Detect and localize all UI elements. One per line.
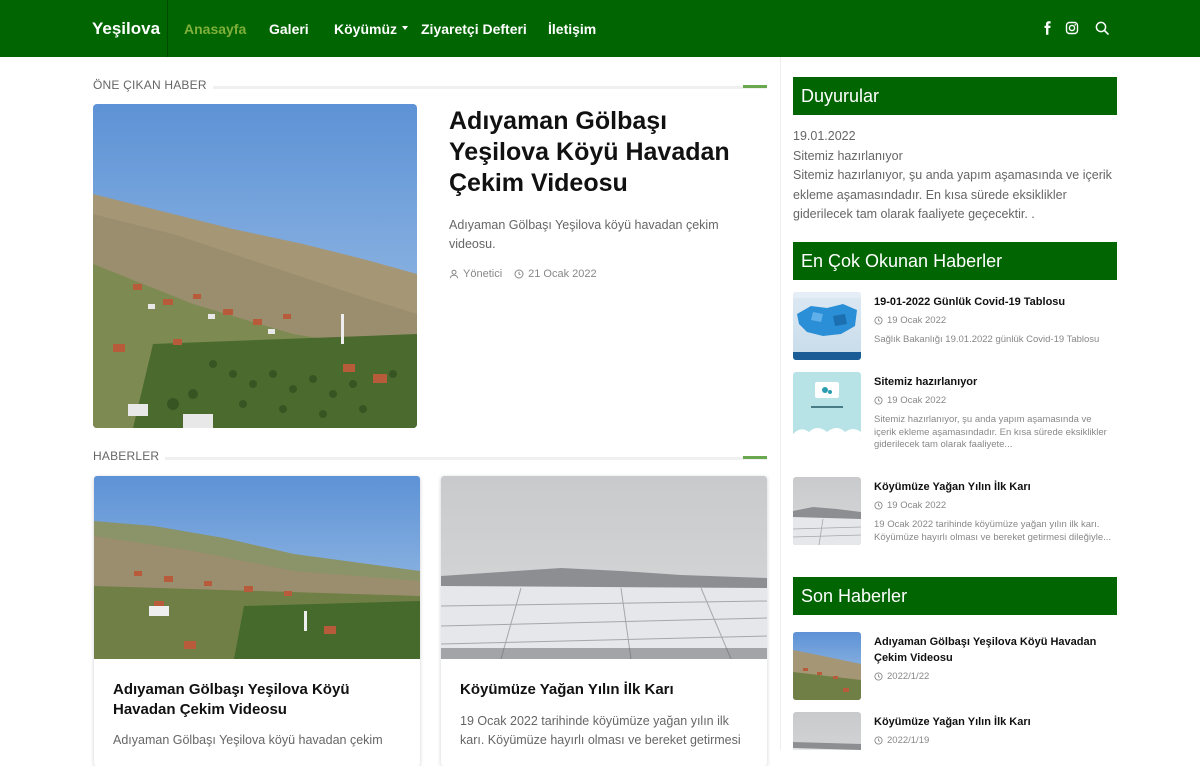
clock-icon: [874, 501, 883, 510]
most-read-item[interactable]: Sitemiz hazırlanıyor 19 Ocak 2022 Sitemi…: [793, 372, 1117, 450]
latest-news-date-text: 2022/1/19: [887, 735, 930, 746]
most-read-item[interactable]: Köyümüze Yağan Yılın İlk Karı 19 Ocak 20…: [793, 477, 1117, 545]
most-read-date: 19 Ocak 2022: [874, 395, 946, 406]
user-icon: [449, 269, 459, 279]
news-section-header: HABERLER: [93, 449, 767, 467]
most-read-title[interactable]: Köyümüze Yağan Yılın İlk Karı: [874, 479, 1114, 495]
nav-item-anasayfa[interactable]: Anasayfa: [184, 21, 246, 37]
most-read-date: 19 Ocak 2022: [874, 315, 946, 326]
nav-item-koyumuz-label: Köyümüz: [334, 21, 397, 37]
facebook-icon[interactable]: [1040, 20, 1056, 36]
clock-icon: [874, 316, 883, 325]
clock-icon: [874, 672, 883, 681]
featured-image[interactable]: [93, 104, 417, 428]
latest-news-item[interactable]: Adıyaman Gölbaşı Yeşilova Köyü Havadan Ç…: [793, 632, 1117, 700]
section-accent: [743, 456, 767, 459]
under-construction-image: [793, 372, 861, 440]
covid-map-image: [793, 292, 861, 360]
snow-landscape-image: [441, 476, 767, 660]
latest-news-date-text: 2022/1/22: [887, 671, 930, 682]
card-image[interactable]: [94, 476, 420, 659]
nav-item-galeri[interactable]: Galeri: [269, 21, 309, 37]
site-brand[interactable]: Yeşilova: [92, 19, 160, 39]
news-card[interactable]: Köyümüze Yağan Yılın İlk Karı 19 Ocak 20…: [441, 476, 767, 766]
snow-landscape-image: [793, 477, 861, 545]
news-card[interactable]: Adıyaman Gölbaşı Yeşilova Köyü Havadan Ç…: [94, 476, 420, 766]
aerial-village-thumbnail[interactable]: [793, 632, 861, 700]
instagram-icon[interactable]: [1064, 20, 1080, 36]
card-image[interactable]: [441, 476, 767, 660]
aerial-village-image: [93, 104, 417, 428]
featured-description: Adıyaman Gölbaşı Yeşilova köyü havadan ç…: [449, 218, 719, 251]
section-line: [93, 457, 767, 460]
search-icon[interactable]: [1094, 20, 1110, 36]
featured-author[interactable]: Yönetici: [463, 268, 502, 280]
latest-news-title[interactable]: Köyümüze Yağan Yılın İlk Karı: [874, 714, 1114, 730]
latest-news-title[interactable]: Adıyaman Gölbaşı Yeşilova Köyü Havadan Ç…: [874, 634, 1114, 666]
latest-news-date: 2022/1/22: [874, 671, 929, 682]
announcement-body: Sitemiz hazırlanıyor, şu anda yapım aşam…: [793, 168, 1112, 221]
aerial-village-image: [793, 632, 861, 700]
announcement-date: 19.01.2022: [793, 129, 856, 143]
most-read-date-text: 19 Ocak 2022: [887, 395, 947, 406]
most-read-widget-title: En Çok Okunan Haberler: [793, 242, 1117, 280]
clock-icon: [514, 269, 524, 279]
aerial-village-image: [94, 476, 420, 659]
covid-map-thumbnail[interactable]: [793, 292, 861, 360]
latest-news-date: 2022/1/19: [874, 735, 929, 746]
featured-section-header: ÖNE ÇIKAN HABER: [93, 78, 767, 96]
most-read-description: Sitemiz hazırlanıyor, şu anda yapım aşam…: [874, 414, 1107, 450]
announcements-widget-title: Duyurular: [793, 77, 1117, 115]
featured-section-title: ÖNE ÇIKAN HABER: [93, 78, 213, 92]
most-read-item[interactable]: 19-01-2022 Günlük Covid-19 Tablosu 19 Oc…: [793, 292, 1117, 360]
most-read-date-text: 19 Ocak 2022: [887, 500, 947, 511]
snow-thumbnail[interactable]: [793, 477, 861, 545]
most-read-title[interactable]: 19-01-2022 Günlük Covid-19 Tablosu: [874, 294, 1114, 310]
clock-icon: [874, 736, 883, 745]
card-title[interactable]: Adıyaman Gölbaşı Yeşilova Köyü Havadan Ç…: [113, 680, 403, 720]
most-read-description: Sağlık Bakanlığı 19.01.2022 günlük Covid…: [874, 334, 1100, 345]
chevron-down-icon: [402, 26, 408, 31]
nav-item-koyumuz[interactable]: Köyümüz: [334, 21, 408, 37]
card-title[interactable]: Köyümüze Yağan Yılın İlk Karı: [460, 680, 750, 700]
featured-title[interactable]: Adıyaman Gölbaşı Yeşilova Köyü Havadan Ç…: [449, 106, 759, 199]
announcement-headline[interactable]: Sitemiz hazırlanıyor: [793, 147, 1113, 167]
news-section-title: HABERLER: [93, 449, 166, 463]
featured-meta: Yönetici 21 Ocak 2022: [449, 268, 597, 280]
top-navbar: Yeşilova Anasayfa Galeri Köyümüz Ziyaret…: [0, 0, 1200, 57]
announcement-text: 19.01.2022 Sitemiz hazırlanıyor Sitemiz …: [793, 127, 1113, 225]
under-construction-thumbnail[interactable]: [793, 372, 861, 440]
most-read-date-text: 19 Ocak 2022: [887, 315, 947, 326]
section-accent: [743, 85, 767, 88]
nav-item-iletisim[interactable]: İletişim: [548, 21, 596, 37]
most-read-description: 19 Ocak 2022 tarihinde köyümüze yağan yı…: [874, 519, 1112, 543]
sidebar-divider: [780, 57, 781, 750]
card-description: Adıyaman Gölbaşı Yeşilova köyü havadan ç…: [113, 733, 383, 747]
latest-news-widget-title: Son Haberler: [793, 577, 1117, 615]
latest-news-item[interactable]: Köyümüze Yağan Yılın İlk Karı 2022/1/19: [793, 712, 1117, 750]
card-description: 19 Ocak 2022 tarihinde köyümüze yağan yı…: [460, 714, 741, 747]
most-read-title[interactable]: Sitemiz hazırlanıyor: [874, 374, 1114, 390]
clock-icon: [874, 396, 883, 405]
snow-landscape-image: [793, 712, 861, 750]
most-read-date: 19 Ocak 2022: [874, 500, 946, 511]
nav-item-ziyaretci-defteri[interactable]: Ziyaretçi Defteri: [421, 21, 527, 37]
nav-divider: [167, 0, 168, 57]
featured-date: 21 Ocak 2022: [528, 268, 597, 280]
snow-thumbnail[interactable]: [793, 712, 861, 750]
